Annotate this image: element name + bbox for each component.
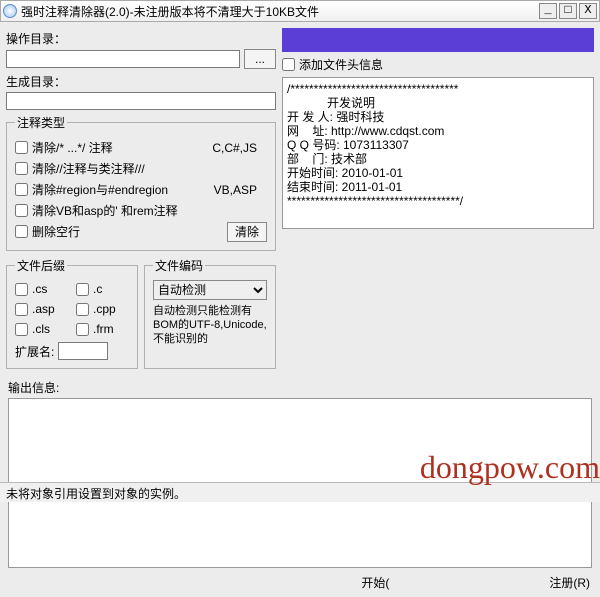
status-bar: 未将对象引用设置到对象的实例。 [0,482,600,502]
op-dir-input[interactable] [6,50,240,68]
register-button[interactable]: 注册(R) [549,574,590,591]
output-label: 输出信息: [8,379,592,396]
chk-vb-rem[interactable] [15,204,28,217]
lang-vb: VB,ASP [214,183,257,197]
maximize-button[interactable]: □ [559,3,577,19]
op-dir-label: 操作目录： [6,30,276,47]
chk-cls[interactable] [15,323,28,336]
ext-label: 扩展名: [15,343,54,360]
app-icon [3,4,17,18]
chk-c[interactable] [76,283,89,296]
start-button[interactable]: 开始( [361,574,389,591]
lang-c: C,C#,JS [212,141,257,155]
ext-input[interactable] [58,342,108,360]
comment-types-group: 注释类型 清除/* ...*/ 注释 C,C#,JS 清除//注释与类注释///… [6,114,276,251]
comment-types-legend: 注释类型 [15,114,67,131]
clear-button[interactable]: 清除 [227,222,267,242]
chk-line-comment[interactable] [15,162,28,175]
suffix-legend: 文件后缀 [15,257,67,274]
banner [282,28,594,52]
window-title: 强时注释清除器(2.0)-未注册版本将不清理大于10KB文件 [21,3,539,20]
chk-add-header[interactable] [282,58,295,71]
suffix-group: 文件后缀 .cs .c .asp .cpp .cls .frm 扩展名: [6,257,138,369]
encoding-select[interactable]: 自动检测 [153,280,267,300]
close-button[interactable]: X [579,3,597,19]
chk-region[interactable] [15,183,28,196]
out-dir-input[interactable] [6,92,276,110]
chk-blank-lines[interactable] [15,225,28,238]
chk-cs[interactable] [15,283,28,296]
out-dir-label: 生成目录： [6,73,276,90]
encoding-legend: 文件编码 [153,257,205,274]
chk-cpp[interactable] [76,303,89,316]
dev-info-text[interactable]: /************************************ 开发… [282,77,594,229]
op-dir-browse-button[interactable]: ... [244,49,276,69]
encoding-group: 文件编码 自动检测 自动检测只能检测有BOM的UTF-8,Unicode,不能识… [144,257,276,369]
encoding-hint: 自动检测只能检测有BOM的UTF-8,Unicode,不能识别的 [153,304,267,346]
chk-frm[interactable] [76,323,89,336]
chk-asp[interactable] [15,303,28,316]
chk-block-comment[interactable] [15,141,28,154]
titlebar: 强时注释清除器(2.0)-未注册版本将不清理大于10KB文件 _ □ X [0,0,600,22]
minimize-button[interactable]: _ [539,3,557,19]
